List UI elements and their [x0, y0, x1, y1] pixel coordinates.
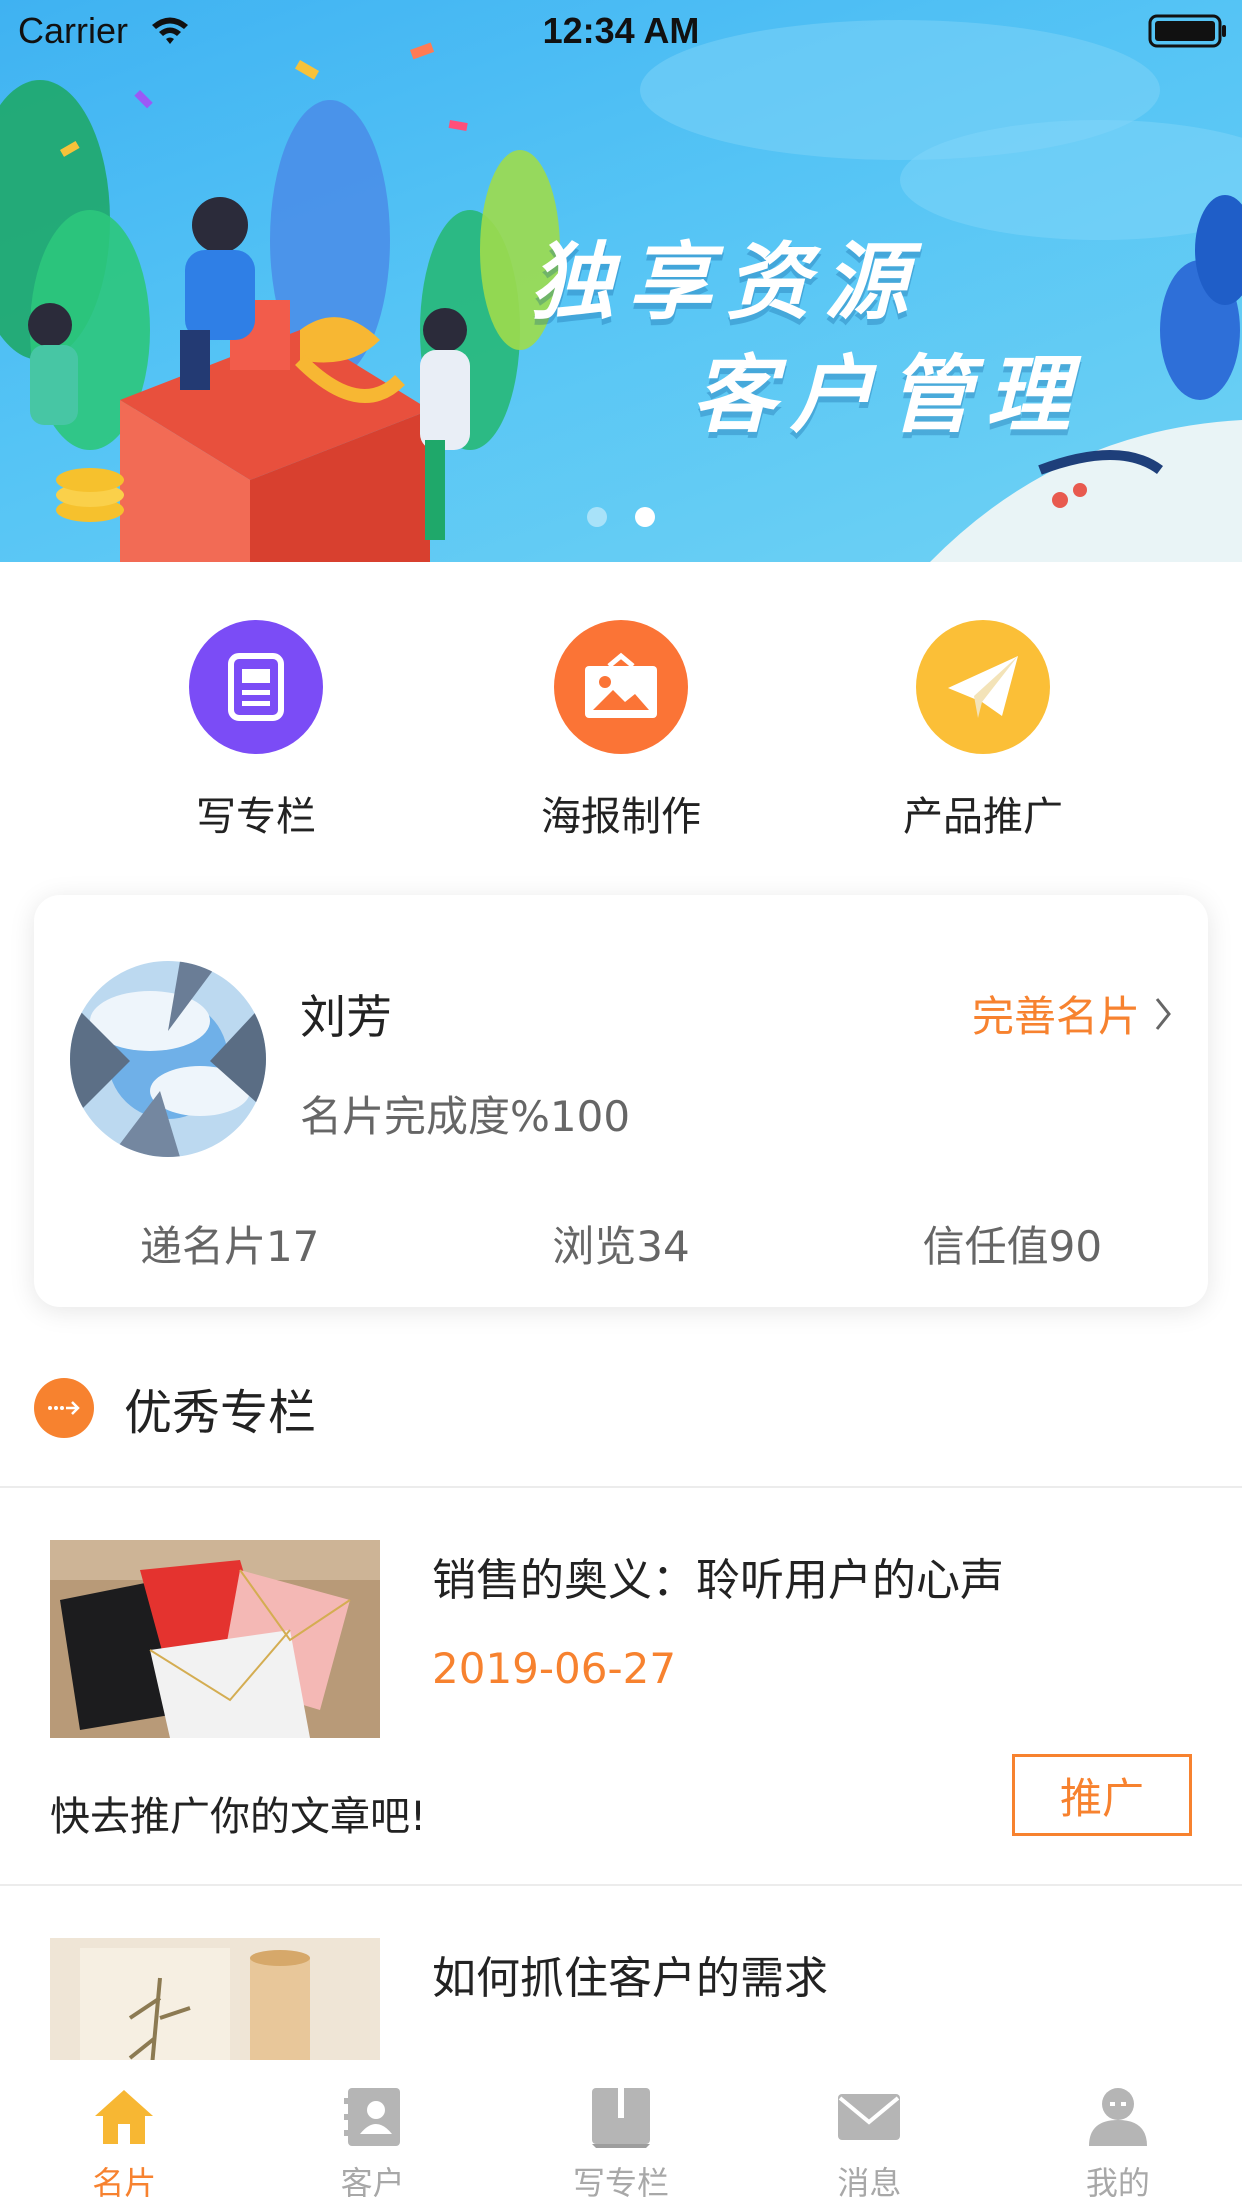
tab-write-column-label: 写专栏: [573, 2164, 670, 2202]
poster-icon: [554, 620, 688, 754]
write-column-label: 写专栏: [196, 794, 316, 840]
business-card-summary[interactable]: 刘芳 完善名片 名片完成度%100 递名片17 浏览34 信任值90: [34, 895, 1208, 1307]
chevron-right-icon: [1155, 997, 1171, 1030]
banner-headline-1: 独享资源: [530, 233, 923, 331]
tab-card[interactable]: 名片: [0, 2060, 248, 2208]
stat-cards-sent[interactable]: 递名片17: [34, 1213, 425, 1274]
document-icon: [189, 620, 323, 754]
clock: 12:34 AM: [542, 10, 700, 51]
carousel-dot-2-active[interactable]: [635, 507, 655, 527]
stat-views[interactable]: 浏览34: [425, 1213, 816, 1274]
promote-button[interactable]: 推广: [1012, 1754, 1192, 1836]
tab-messages-label: 消息: [837, 2164, 902, 2202]
banner-carousel[interactable]: 独享资源 客户管理: [0, 0, 1242, 562]
paper-plane-icon: [916, 620, 1050, 754]
card-stats: 递名片17 浏览34 信任值90: [34, 1213, 1208, 1274]
user-name: 刘芳: [300, 990, 392, 1044]
tab-write-column[interactable]: 写专栏: [497, 2060, 745, 2208]
tab-mine-label: 我的: [1085, 2164, 1150, 2202]
tab-customers[interactable]: 客户: [248, 2060, 496, 2208]
product-promotion-action[interactable]: 产品推广: [853, 620, 1113, 842]
tab-customers-label: 客户: [340, 2164, 405, 2202]
write-column-action[interactable]: 写专栏: [126, 620, 386, 842]
arrow-dots-icon: [34, 1378, 94, 1438]
section-header: 优秀专栏: [34, 1378, 316, 1441]
banner-headline-2: 客户管理: [692, 346, 1085, 444]
article-thumbnail[interactable]: [50, 1540, 380, 1738]
user-icon: [1088, 2088, 1147, 2146]
article-item[interactable]: 如何抓住客户的需求: [0, 1886, 1242, 2060]
poster-make-action[interactable]: 海报制作: [491, 620, 751, 842]
product-promotion-label: 产品推广: [903, 794, 1063, 840]
article-title[interactable]: 如何抓住客户的需求: [432, 1942, 828, 2006]
battery-icon: [1148, 14, 1226, 48]
article-hint: 快去推广你的文章吧!: [50, 1794, 427, 1840]
contacts-icon: [343, 2088, 400, 2146]
complete-card-link[interactable]: 完善名片: [972, 983, 1172, 1044]
article-thumbnail[interactable]: [50, 1938, 380, 2060]
tab-card-label: 名片: [92, 2164, 157, 2202]
tab-messages[interactable]: 消息: [745, 2060, 993, 2208]
quick-actions: 写专栏 海报制作 产品推广: [0, 620, 1242, 840]
tab-mine[interactable]: 我的: [994, 2060, 1242, 2208]
home-icon: [95, 2090, 154, 2144]
status-bar: Carrier 12:34 AM: [0, 0, 1242, 60]
avatar[interactable]: [70, 961, 266, 1157]
card-completion: 名片完成度%100: [300, 1092, 631, 1141]
mail-icon: [838, 2094, 901, 2140]
carousel-dot-1[interactable]: [587, 507, 607, 527]
tab-bar: 名片 客户 写专栏 消息 我的: [0, 2060, 1242, 2208]
article-item[interactable]: 销售的奥义：聆听用户的心声 2019-06-27 快去推广你的文章吧! 推广: [0, 1486, 1242, 1886]
poster-make-label: 海报制作: [541, 794, 701, 840]
article-title[interactable]: 销售的奥义：聆听用户的心声: [432, 1544, 1004, 1608]
section-title: 优秀专栏: [124, 1385, 317, 1441]
article-date: 2019-06-27: [432, 1644, 677, 1693]
complete-card-label: 完善名片: [971, 992, 1140, 1041]
book-icon: [592, 2088, 651, 2148]
stat-trust[interactable]: 信任值90: [817, 1213, 1208, 1274]
